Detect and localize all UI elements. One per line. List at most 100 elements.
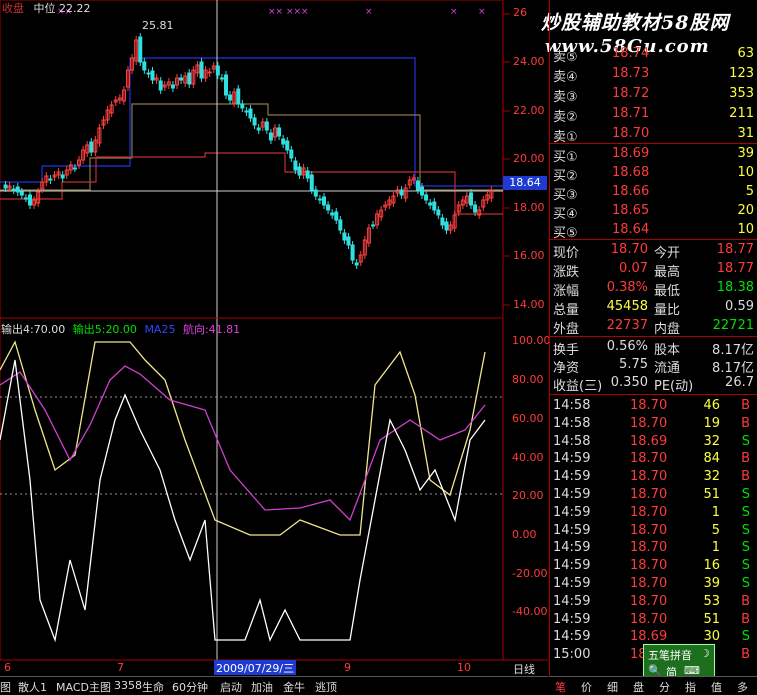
tick-side: B xyxy=(741,415,750,431)
candle-body xyxy=(326,204,331,211)
indicator-tab[interactable]: 启动 xyxy=(220,679,242,695)
ime-title[interactable]: 五笔拼音 xyxy=(648,647,692,663)
quote-panel: 卖⑤ 18.74 63 卖④ 18.73 123 卖③ 18.72 353 卖② 18.71 211 卖… xyxy=(549,0,757,694)
ask-row: 卖③ 18.72 353 xyxy=(550,84,757,105)
tick-side: S xyxy=(741,629,750,645)
tick-volume: 51 xyxy=(703,611,720,627)
candle-body xyxy=(3,184,8,189)
candle-body xyxy=(215,65,220,76)
panel-tab[interactable]: 指 xyxy=(685,679,696,695)
candle-body xyxy=(289,149,294,159)
tick-side: B xyxy=(741,593,750,609)
indicator-tab[interactable]: 加油 xyxy=(251,679,273,695)
fund-value: 0.350 xyxy=(610,375,648,390)
candle-body xyxy=(150,70,155,81)
price-pane-frame xyxy=(0,0,504,319)
candle-body xyxy=(281,138,286,145)
candle-body xyxy=(277,127,282,137)
stat-label-2: 内盘 xyxy=(654,322,681,337)
svg-text:×× ×××: ×× ××× xyxy=(268,7,309,17)
candle-body xyxy=(89,141,94,153)
fund-label: 收益(三) xyxy=(553,379,603,394)
candle-body xyxy=(228,94,233,101)
stat-value: 22737 xyxy=(606,318,648,333)
indicator-tab-bar: 图散人1 MACD主图 3358 生命 60分钟 启动 加油 金牛 逃顶 xyxy=(0,676,548,695)
indicator-white-line xyxy=(0,359,486,643)
candle-body xyxy=(224,74,228,96)
panel-tab-bar: 笔价细盘分指值多 xyxy=(549,676,757,695)
candle-body xyxy=(264,121,269,131)
candle-body xyxy=(285,140,290,151)
candle-body xyxy=(469,192,473,206)
candle-body xyxy=(371,224,375,227)
indicator-tab[interactable]: 3358 xyxy=(114,679,142,692)
fundamental-row: 换手 0.56% 股本 8.17亿 xyxy=(550,337,757,358)
indicator-legend: 输出4:70.00 输出5:20.00 MA25 航向:41.81 xyxy=(1,323,241,336)
indicator-tab[interactable]: 逃顶 xyxy=(315,679,337,695)
fundamental-row: 收益(三) 0.350 PE(动) 26.7 xyxy=(550,373,757,394)
kline-svg[interactable]: ×× ×× ××× × × × xyxy=(0,0,548,676)
indicator-tab[interactable]: 金牛 xyxy=(283,679,305,695)
tick-side: B xyxy=(741,647,750,663)
bid-volume: 20 xyxy=(737,203,754,218)
tick-price: 18.70 xyxy=(630,558,668,574)
panel-tab[interactable]: 笔 xyxy=(555,679,566,695)
ask-label: 卖③ xyxy=(553,90,578,105)
tick-side: B xyxy=(741,611,750,627)
tick-time: 14:59 xyxy=(553,504,591,520)
date-label-9: 9 xyxy=(344,661,351,674)
indicator-tab[interactable]: MACD主图 xyxy=(56,679,111,695)
indicator-tab[interactable]: 图 xyxy=(0,679,11,695)
axis-label-22: 22.00 xyxy=(513,104,545,117)
panel-tab[interactable]: 价 xyxy=(581,679,592,695)
tick-time: 14:59 xyxy=(553,469,591,485)
high-marker-label: 25.81 xyxy=(142,19,174,32)
tick-volume: 84 xyxy=(703,451,720,467)
bid-price: 18.66 xyxy=(612,184,650,199)
bid-row: 买③ 18.66 5 xyxy=(550,182,757,203)
kline-chart-area[interactable]: ×× ×× ××× × × × 收盘 中位 22.22 25.81 26 24.… xyxy=(0,0,551,694)
candle-body xyxy=(309,174,314,191)
panel-tab[interactable]: 多 xyxy=(737,679,748,695)
tick-time: 14:59 xyxy=(553,593,591,609)
candle-body xyxy=(60,174,65,179)
indicator-tab[interactable]: 散人1 xyxy=(18,679,47,695)
pivot-value: 22.22 xyxy=(59,2,91,15)
tick-time: 14:59 xyxy=(553,522,591,538)
panel-tab[interactable]: 值 xyxy=(711,679,722,695)
tick-volume: 53 xyxy=(703,593,720,609)
candle-body xyxy=(142,61,147,71)
tick-volume: 32 xyxy=(703,433,720,449)
tick-side: S xyxy=(741,558,750,574)
candle-body xyxy=(256,127,261,131)
bid-price: 18.65 xyxy=(612,203,650,218)
out4-label: 输出4 xyxy=(1,323,30,336)
candle-body xyxy=(293,160,298,171)
panel-tab[interactable]: 细 xyxy=(607,679,618,695)
tick-price: 18.70 xyxy=(630,611,668,627)
candle-body xyxy=(28,194,32,206)
candle-body xyxy=(252,117,257,126)
tick-time: 15:00 xyxy=(553,647,591,663)
candle-body xyxy=(399,189,404,196)
candle-body xyxy=(146,72,151,75)
indicator-tab[interactable]: 60分钟 xyxy=(172,679,208,695)
panel-tab[interactable]: 盘 xyxy=(633,679,644,695)
ask-volume: 123 xyxy=(729,66,754,81)
tick-side: B xyxy=(741,469,750,485)
candle-body xyxy=(424,194,429,201)
period-label[interactable]: 日线 xyxy=(513,661,535,677)
candle-body xyxy=(420,186,424,196)
indicator-tab[interactable]: 生命 xyxy=(142,679,164,695)
candle-body xyxy=(170,84,175,89)
tick-time: 14:59 xyxy=(553,487,591,502)
ask-price: 18.71 xyxy=(612,106,650,121)
panel-tab[interactable]: 分 xyxy=(659,679,670,695)
tick-price: 18.70 xyxy=(630,504,668,520)
ime-moon-icon[interactable]: ☽ xyxy=(700,647,710,660)
candle-body xyxy=(199,61,204,79)
fund-label-2: PE(动) xyxy=(654,379,694,394)
candle-body xyxy=(248,108,253,119)
tick-side: S xyxy=(741,540,750,556)
tick-price: 18.69 xyxy=(630,433,668,449)
